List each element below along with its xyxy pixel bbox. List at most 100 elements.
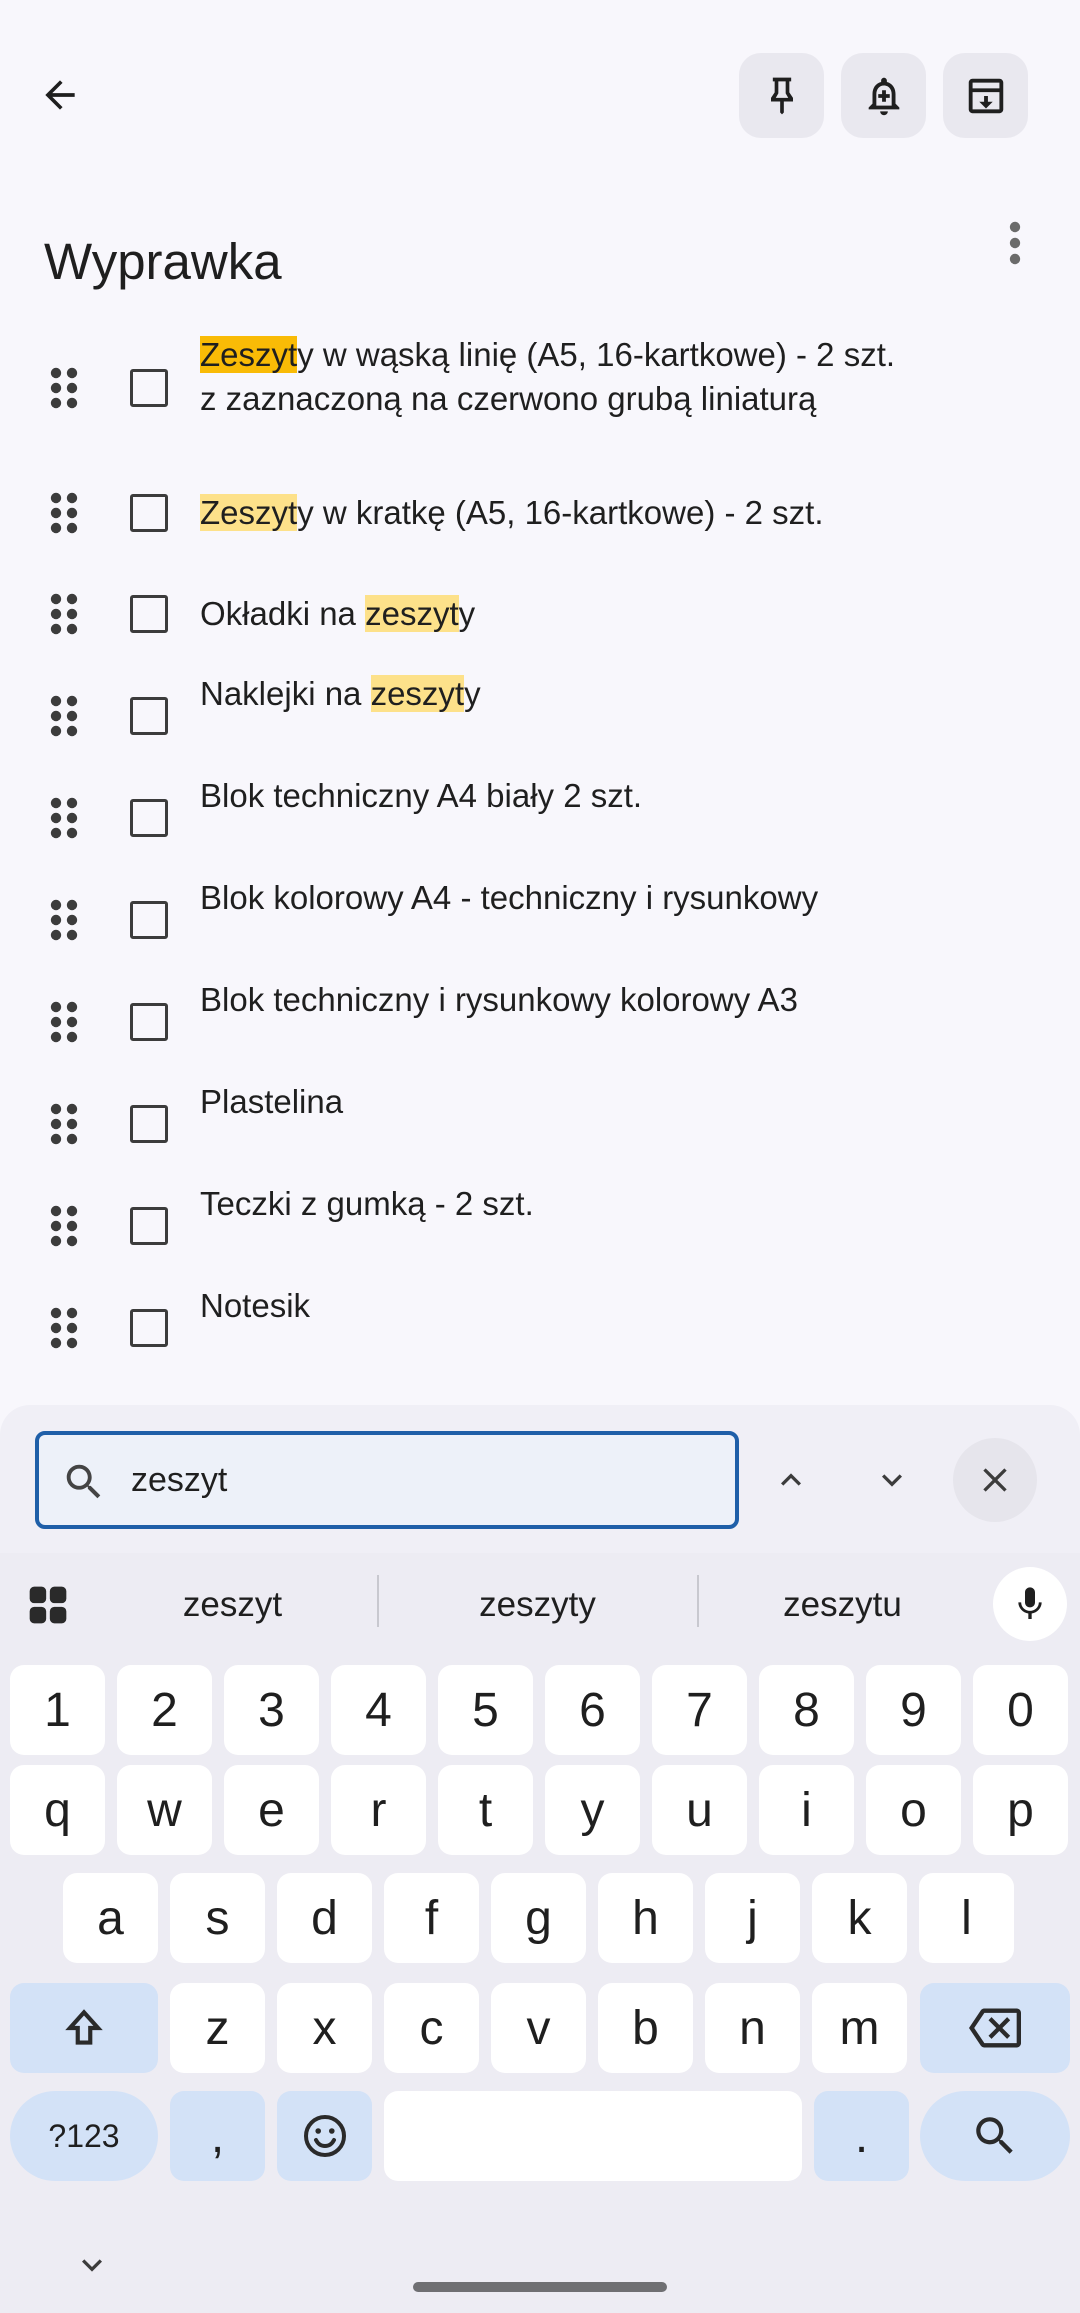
item-checkbox[interactable]: [130, 697, 168, 735]
item-text[interactable]: Blok kolorowy A4 - techniczny i rysunkow…: [200, 876, 1040, 920]
emoji-key[interactable]: [277, 2091, 372, 2181]
item-text[interactable]: Zeszyty w kratkę (A5, 16-kartkowe) - 2 s…: [200, 491, 1040, 535]
drag-handle-icon[interactable]: [50, 695, 78, 737]
item-text-segment: Plastelina: [200, 1083, 344, 1120]
key-9[interactable]: 9: [866, 1665, 961, 1755]
voice-input-button[interactable]: [993, 1567, 1067, 1641]
period-key[interactable]: .: [814, 2091, 909, 2181]
drag-handle-icon[interactable]: [50, 367, 78, 409]
key-d[interactable]: d: [277, 1873, 372, 1963]
search-match-highlight: zeszyt: [370, 675, 465, 712]
previous-match-button[interactable]: [756, 1445, 826, 1515]
key-j[interactable]: j: [705, 1873, 800, 1963]
item-checkbox[interactable]: [130, 901, 168, 939]
key-v[interactable]: v: [491, 1983, 586, 2073]
suggestion-3[interactable]: zeszytu: [710, 1575, 975, 1635]
hide-keyboard-icon[interactable]: [72, 2245, 112, 2285]
key-n[interactable]: n: [705, 1983, 800, 2073]
key-w[interactable]: w: [117, 1765, 212, 1855]
key-h[interactable]: h: [598, 1873, 693, 1963]
search-icon: [976, 2117, 1013, 2154]
drag-handle-icon[interactable]: [50, 1205, 78, 1247]
item-checkbox[interactable]: [130, 494, 168, 532]
key-m[interactable]: m: [812, 1983, 907, 2073]
next-match-button[interactable]: [857, 1445, 927, 1515]
key-e[interactable]: e: [224, 1765, 319, 1855]
search-input[interactable]: zeszyt: [131, 1461, 227, 1500]
suggestion-1[interactable]: zeszyt: [100, 1575, 365, 1635]
item-checkbox[interactable]: [130, 1003, 168, 1041]
item-checkbox[interactable]: [130, 1207, 168, 1245]
key-q[interactable]: q: [10, 1765, 105, 1855]
item-text[interactable]: Blok techniczny i rysunkowy kolorowy A3: [200, 978, 1040, 1022]
item-checkbox[interactable]: [130, 595, 168, 633]
key-t[interactable]: t: [438, 1765, 533, 1855]
key-o[interactable]: o: [866, 1765, 961, 1855]
back-button[interactable]: [20, 50, 100, 140]
drag-handle-icon[interactable]: [50, 1001, 78, 1043]
item-text[interactable]: Teczki z gumką - 2 szt.: [200, 1182, 1040, 1226]
key-5[interactable]: 5: [438, 1665, 533, 1755]
archive-button[interactable]: [943, 53, 1028, 138]
more-options-button[interactable]: [990, 215, 1040, 270]
comma-key[interactable]: ,: [170, 2091, 265, 2181]
item-checkbox[interactable]: [130, 1309, 168, 1347]
key-6[interactable]: 6: [545, 1665, 640, 1755]
drag-handle-icon[interactable]: [50, 1103, 78, 1145]
key-i[interactable]: i: [759, 1765, 854, 1855]
drag-handle-icon[interactable]: [50, 797, 78, 839]
key-4[interactable]: 4: [331, 1665, 426, 1755]
key-2[interactable]: 2: [117, 1665, 212, 1755]
backspace-key[interactable]: [920, 1983, 1070, 2073]
key-r[interactable]: r: [331, 1765, 426, 1855]
item-checkbox[interactable]: [130, 799, 168, 837]
drag-handle-icon[interactable]: [50, 593, 78, 635]
key-0[interactable]: 0: [973, 1665, 1068, 1755]
key-f[interactable]: f: [384, 1873, 479, 1963]
key-b[interactable]: b: [598, 1983, 693, 2073]
item-text-segment: y: [458, 595, 476, 632]
drag-handle-icon[interactable]: [50, 899, 78, 941]
key-y[interactable]: y: [545, 1765, 640, 1855]
space-key[interactable]: [384, 2091, 802, 2181]
key-u[interactable]: u: [652, 1765, 747, 1855]
drag-handle-icon[interactable]: [50, 492, 78, 534]
search-field[interactable]: zeszyt: [35, 1431, 739, 1529]
item-text[interactable]: Notesik: [200, 1284, 1040, 1328]
item-text[interactable]: Okładki na zeszyty: [200, 592, 1040, 636]
item-text[interactable]: Plastelina: [200, 1080, 1040, 1124]
key-7[interactable]: 7: [652, 1665, 747, 1755]
key-8[interactable]: 8: [759, 1665, 854, 1755]
shift-key[interactable]: [10, 1983, 158, 2073]
reminder-button[interactable]: [841, 53, 926, 138]
item-checkbox[interactable]: [130, 369, 168, 407]
search-key[interactable]: [920, 2091, 1070, 2181]
key-l[interactable]: l: [919, 1873, 1014, 1963]
drag-handle-icon[interactable]: [50, 1307, 78, 1349]
item-checkbox[interactable]: [130, 1105, 168, 1143]
home-indicator[interactable]: [413, 2282, 667, 2292]
key-s[interactable]: s: [170, 1873, 265, 1963]
key-z[interactable]: z: [170, 1983, 265, 2073]
note-title[interactable]: Wyprawka: [44, 232, 282, 291]
key-x[interactable]: x: [277, 1983, 372, 2073]
pin-icon: [770, 77, 793, 114]
key-c[interactable]: c: [384, 1983, 479, 2073]
close-find-button[interactable]: [953, 1438, 1037, 1522]
symbols-key[interactable]: ?123: [10, 2091, 158, 2181]
key-k[interactable]: k: [812, 1873, 907, 1963]
search-icon: [66, 1464, 101, 1499]
suggestion-2[interactable]: zeszyty: [390, 1575, 685, 1635]
find-in-note-bar: zeszyt: [0, 1405, 1080, 1553]
keyboard-apps-icon[interactable]: [26, 1583, 70, 1627]
pin-button[interactable]: [739, 53, 824, 138]
key-p[interactable]: p: [973, 1765, 1068, 1855]
item-text[interactable]: Zeszyty w wąską linię (A5, 16-kartkowe) …: [200, 333, 1040, 421]
item-text[interactable]: Naklejki na zeszyty: [200, 672, 1040, 716]
key-g[interactable]: g: [491, 1873, 586, 1963]
item-text[interactable]: Blok techniczny A4 biały 2 szt.: [200, 774, 1040, 818]
mic-icon: [1018, 1587, 1042, 1619]
key-3[interactable]: 3: [224, 1665, 319, 1755]
key-a[interactable]: a: [63, 1873, 158, 1963]
key-1[interactable]: 1: [10, 1665, 105, 1755]
